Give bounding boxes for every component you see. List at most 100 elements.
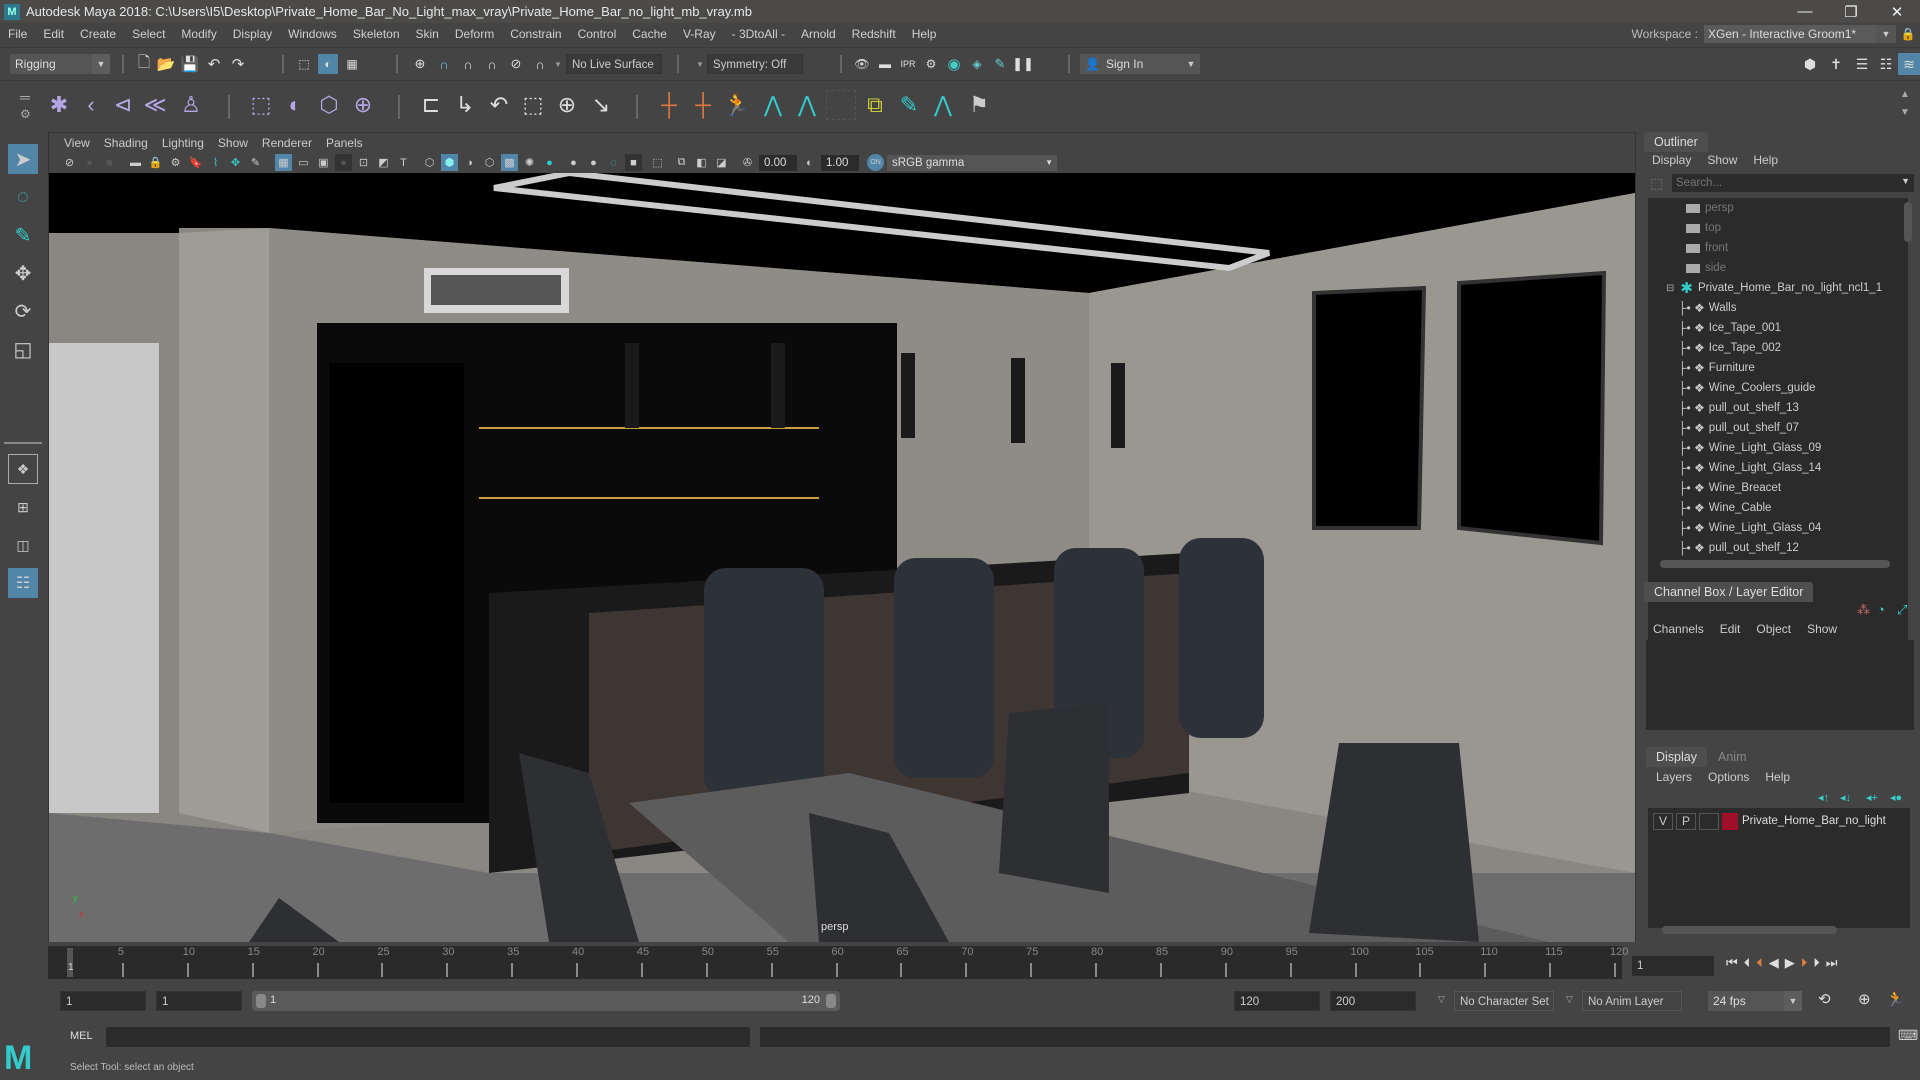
- maya-shelf-icon-1[interactable]: ⋀: [758, 90, 788, 120]
- outliner-vscrollbar[interactable]: [1904, 202, 1912, 242]
- layer-playback-toggle[interactable]: P: [1676, 813, 1696, 830]
- minimize-button[interactable]: —: [1782, 0, 1828, 23]
- chevron-down-icon[interactable]: ▽: [1438, 994, 1445, 1005]
- tool-settings-icon[interactable]: ☷: [1876, 54, 1896, 74]
- shelf-scroll-up-icon[interactable]: ▲: [1900, 89, 1910, 100]
- outliner-item[interactable]: ├• ❖ Wine_Breacet: [1678, 478, 1781, 498]
- viewport-menu-lighting[interactable]: Lighting: [155, 136, 211, 150]
- select-hierarchy-icon[interactable]: ⬚: [294, 54, 314, 74]
- color-space-dropdown[interactable]: sRGB gamma ▼: [887, 155, 1057, 171]
- menuset-dropdown[interactable]: Rigging ▼: [10, 54, 110, 74]
- lock-camera-icon[interactable]: 🔒: [147, 154, 164, 171]
- menu-create[interactable]: Create: [72, 27, 124, 41]
- maya-shelf-icon-3[interactable]: ⋀: [928, 90, 958, 120]
- empty-shelf-slot[interactable]: [826, 90, 856, 120]
- channel-box-tab[interactable]: Channel Box / Layer Editor: [1644, 582, 1814, 602]
- step-back-key-icon[interactable]: ⏴: [1744, 955, 1751, 975]
- move-layer-down-icon[interactable]: ◂↓: [1840, 791, 1851, 804]
- layer-visibility-toggle[interactable]: V: [1653, 813, 1673, 830]
- layers-menu-options[interactable]: Options: [1708, 770, 1749, 784]
- character-controls-icon[interactable]: ✝: [1826, 54, 1846, 74]
- new-layer-selected-icon[interactable]: ◂●: [1890, 791, 1902, 804]
- menu-skeleton[interactable]: Skeleton: [345, 27, 408, 41]
- exposure-icon[interactable]: ✇: [739, 154, 756, 171]
- shadows-icon[interactable]: ●: [541, 154, 558, 171]
- add-bookmark-icon[interactable]: ⚑: [964, 90, 994, 120]
- outliner-layout-icon[interactable]: ☷: [8, 568, 38, 598]
- shelf-scroll-down-icon[interactable]: ▼: [1900, 107, 1910, 118]
- menu-vray[interactable]: V-Ray: [675, 27, 724, 41]
- film-gate-icon[interactable]: ▭: [295, 154, 312, 171]
- 2d-pan-zoom-icon[interactable]: ✥: [227, 154, 244, 171]
- redo-icon[interactable]: ↷: [228, 54, 248, 74]
- ik-handle-icon[interactable]: ‹: [76, 90, 106, 120]
- step-forward-frame-icon[interactable]: ⏵: [1801, 955, 1808, 975]
- maya-shelf-icon-2[interactable]: ⋀: [792, 90, 822, 120]
- select-components-icon[interactable]: ▦: [342, 54, 362, 74]
- go-to-end-icon[interactable]: ⏭: [1826, 955, 1838, 975]
- range-slider-max-handle[interactable]: [826, 994, 836, 1008]
- lattice-icon[interactable]: ⬡: [314, 90, 344, 120]
- viewport-menu-shading[interactable]: Shading: [97, 136, 155, 150]
- outliner-item[interactable]: ├• ❖ Wine_Coolers_guide: [1678, 378, 1816, 398]
- snap-live-icon[interactable]: ⊘: [506, 54, 526, 74]
- outliner-item[interactable]: ├• ❖ Wine_Cable: [1678, 498, 1771, 518]
- anim-end-field[interactable]: 120: [1234, 991, 1320, 1011]
- pause-icon[interactable]: ❚❚: [1012, 54, 1034, 74]
- move-tool-icon[interactable]: ✥: [8, 258, 38, 288]
- menu-modify[interactable]: Modify: [173, 27, 224, 41]
- range-slider-min-handle[interactable]: [256, 994, 266, 1008]
- outliner-item[interactable]: ├• ❖ pull_out_shelf_12: [1678, 538, 1799, 558]
- menu-help[interactable]: Help: [904, 27, 945, 41]
- menu-cache[interactable]: Cache: [624, 27, 675, 41]
- smooth-shade-icon[interactable]: ⬢: [441, 154, 458, 171]
- hypershade-icon[interactable]: ◉: [944, 54, 964, 74]
- outliner-tab[interactable]: Outliner: [1644, 132, 1708, 152]
- outliner-item[interactable]: ├• ❖ Wine_Light_Glass_09: [1678, 438, 1821, 458]
- filter-icon[interactable]: ⬚: [1650, 175, 1663, 192]
- channels-menu-object[interactable]: Object: [1756, 622, 1791, 636]
- layer-name[interactable]: Private_Home_Bar_no_light: [1742, 815, 1886, 827]
- render-settings-icon[interactable]: ⚙: [921, 54, 941, 74]
- restore-button[interactable]: ❐: [1828, 0, 1874, 23]
- layers-menu-help[interactable]: Help: [1765, 770, 1790, 784]
- image-plane-icon[interactable]: ⌇: [207, 154, 224, 171]
- channels-menu-edit[interactable]: Edit: [1720, 622, 1741, 636]
- gear-icon[interactable]: ⚙: [20, 107, 31, 121]
- menu-redshift[interactable]: Redshift: [844, 27, 904, 41]
- mel-label[interactable]: MEL: [70, 1030, 93, 1042]
- character-set-field[interactable]: No Character Set: [1454, 991, 1554, 1011]
- collapse-icon[interactable]: ⊟: [1666, 283, 1674, 294]
- outliner-item[interactable]: ├• ❖ Ice_Tape_002: [1678, 338, 1781, 358]
- step-back-frame-icon[interactable]: ⏴: [1756, 955, 1763, 975]
- outliner-item[interactable]: ├• ❖ Walls: [1678, 298, 1736, 318]
- outliner-item-root[interactable]: ⊟ ✱ Private_Home_Bar_no_light_ncl1_1: [1666, 278, 1882, 298]
- viewport-menu-renderer[interactable]: Renderer: [255, 136, 319, 150]
- default-material-icon[interactable]: ◑: [461, 154, 478, 171]
- snap-view-plane-icon[interactable]: ∩: [482, 54, 502, 74]
- outliner-item-camera[interactable]: top: [1686, 218, 1721, 238]
- bind-skin-icon[interactable]: ⬚: [246, 90, 276, 120]
- layer-color-swatch[interactable]: [1722, 813, 1738, 830]
- workspace-dropdown[interactable]: XGen - Interactive Groom1* ▼: [1704, 25, 1896, 43]
- menu-edit[interactable]: Edit: [35, 27, 72, 41]
- end-time-field[interactable]: 200: [1330, 991, 1416, 1011]
- save-scene-icon[interactable]: 💾: [180, 54, 200, 74]
- screen-space-ao-icon[interactable]: ●: [565, 154, 582, 171]
- undo-icon[interactable]: ↶: [204, 54, 224, 74]
- layer-tab-display[interactable]: Display: [1646, 747, 1707, 767]
- wireframe-icon[interactable]: ⬡: [421, 154, 438, 171]
- ik-spline-icon[interactable]: ⊲: [108, 90, 138, 120]
- paint-select-icon[interactable]: ✎: [894, 90, 924, 120]
- chevron-down-icon[interactable]: ▽: [1566, 994, 1573, 1005]
- use-all-lights-icon[interactable]: ✺: [521, 154, 538, 171]
- rotate-tool-icon[interactable]: ⟳: [8, 296, 38, 326]
- go-to-start-icon[interactable]: ⏮: [1726, 955, 1738, 975]
- snap-vertex-icon[interactable]: ∩: [530, 54, 550, 74]
- lock-icon[interactable]: 🔒: [1896, 27, 1920, 41]
- outliner-menu-help[interactable]: Help: [1753, 153, 1778, 167]
- close-button[interactable]: ✕: [1874, 0, 1920, 23]
- open-scene-icon[interactable]: 📂: [156, 54, 176, 74]
- outliner-item[interactable]: ├• ❖ Furniture: [1678, 358, 1755, 378]
- outliner-item-camera[interactable]: front: [1686, 238, 1728, 258]
